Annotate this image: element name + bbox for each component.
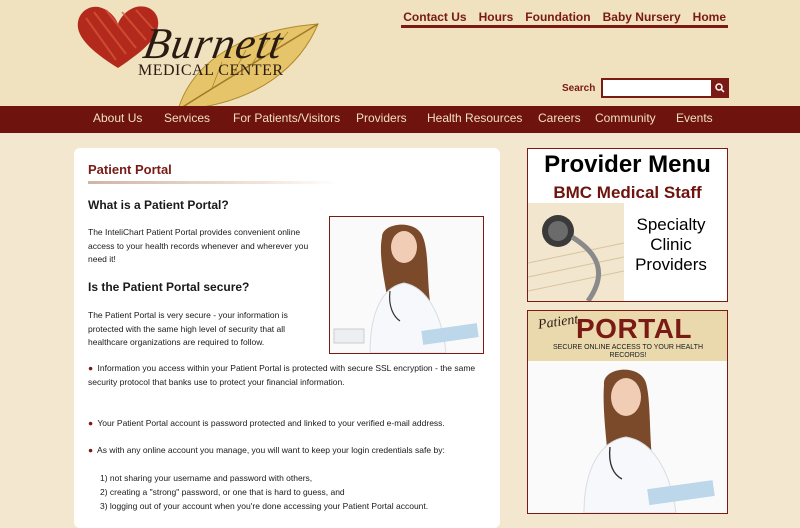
- bullet-ssl: ● Information you access within your Pat…: [88, 362, 478, 389]
- nav-services[interactable]: Services: [164, 111, 210, 125]
- doctor-tablet-photo: [329, 216, 484, 354]
- search-label: Search: [562, 82, 596, 94]
- top-link-hours[interactable]: Hours: [477, 10, 516, 24]
- nav-community[interactable]: Community: [595, 111, 656, 125]
- top-link-home[interactable]: Home: [691, 10, 728, 24]
- nav-health-resources[interactable]: Health Resources: [427, 111, 522, 125]
- provider-line-clinic: Clinic: [650, 235, 692, 254]
- nav-providers[interactable]: Providers: [356, 111, 407, 125]
- stethoscope-image: [528, 203, 624, 301]
- doctor-photo-image: [330, 217, 483, 353]
- bullet-password: ● Your Patient Portal account is passwor…: [88, 417, 478, 431]
- top-link-baby-nursery[interactable]: Baby Nursery: [601, 10, 683, 24]
- provider-line-providers: Providers: [635, 255, 707, 274]
- portal-doctor-photo: [528, 361, 727, 513]
- bullet-icon: ●: [88, 445, 94, 455]
- provider-menu-subtitle: BMC Medical Staff: [553, 183, 702, 202]
- list-item: 2) creating a "strong" password, or one …: [100, 487, 345, 497]
- search-bar: Search: [562, 78, 730, 98]
- bullet-credentials-text: As with any online account you manage, y…: [97, 445, 445, 455]
- top-link-contact-us[interactable]: Contact Us: [401, 10, 468, 24]
- nav-careers[interactable]: Careers: [538, 111, 581, 125]
- search-input[interactable]: [601, 78, 712, 98]
- logo-medical-center-text: MEDICAL CENTER: [138, 62, 284, 79]
- heading-what-is-portal: What is a Patient Portal?: [88, 198, 229, 212]
- paragraph-portal-secure: The Patient Portal is very secure - your…: [88, 310, 288, 348]
- bullet-password-text: Your Patient Portal account is password …: [97, 418, 445, 428]
- bullet-icon: ●: [88, 363, 94, 373]
- provider-line-specialty: Specialty: [636, 215, 706, 234]
- content-panel: Patient Portal What is a Patient Portal?…: [74, 148, 500, 528]
- bullet-icon: ●: [88, 418, 94, 428]
- nav-about-us[interactable]: About Us: [93, 111, 142, 125]
- title-divider: [88, 181, 338, 184]
- heading-is-portal-secure: Is the Patient Portal secure?: [88, 280, 250, 294]
- paragraph-what-is-portal: The InteliChart Patient Portal provides …: [88, 227, 309, 265]
- top-link-foundation[interactable]: Foundation: [523, 10, 592, 24]
- nav-patients-visitors[interactable]: For Patients/Visitors: [233, 111, 340, 125]
- search-icon: [715, 83, 725, 93]
- provider-menu-lines: Specialty Clinic Providers: [616, 215, 726, 275]
- page-title: Patient Portal: [88, 162, 172, 177]
- provider-menu-banner[interactable]: Provider Menu BMC Medical Staff Specialt…: [527, 148, 728, 302]
- portal-tagline: SECURE ONLINE ACCESS TO YOUR HEALTH RECO…: [552, 344, 704, 359]
- list-item: 1) not sharing your username and passwor…: [100, 473, 313, 483]
- burnett-logo[interactable]: Burnett MEDICAL CENTER: [76, 4, 326, 111]
- portal-big-text: PORTAL: [576, 313, 693, 344]
- main-nav: About Us Services For Patients/Visitors …: [0, 106, 800, 133]
- provider-menu-title: Provider Menu: [544, 151, 711, 178]
- site-header: Burnett MEDICAL CENTER Contact Us Hours …: [0, 0, 800, 111]
- bullet-credentials: ● As with any online account you manage,…: [88, 444, 478, 458]
- search-button[interactable]: [711, 78, 730, 98]
- bullet-ssl-text: Information you access within your Patie…: [88, 363, 476, 387]
- nav-events[interactable]: Events: [676, 111, 713, 125]
- top-links: Contact Us Hours Foundation Baby Nursery…: [401, 10, 728, 28]
- patient-portal-banner[interactable]: Patient PORTAL SECURE ONLINE ACCESS TO Y…: [527, 310, 728, 514]
